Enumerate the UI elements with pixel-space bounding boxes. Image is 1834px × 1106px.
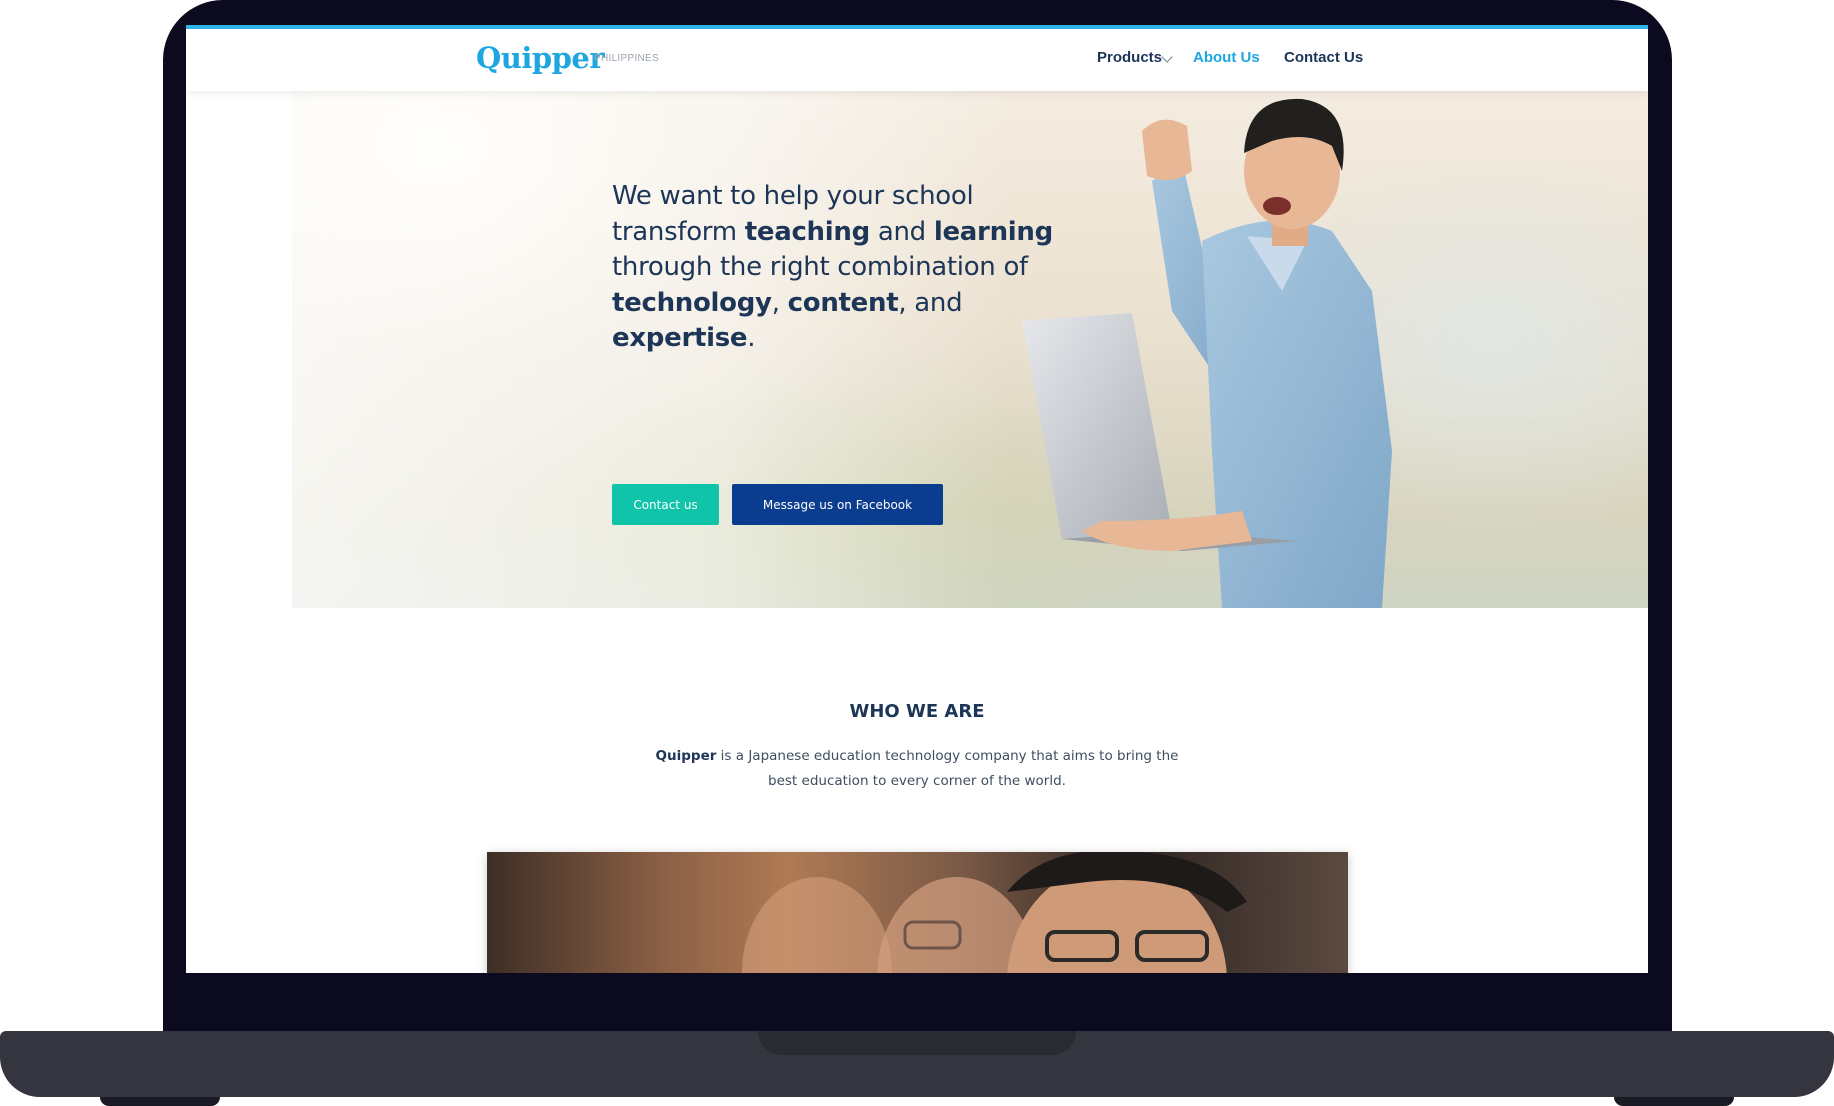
- nav-contact-us[interactable]: Contact Us: [1284, 49, 1363, 66]
- chevron-down-icon[interactable]: [1161, 51, 1173, 63]
- laptop-notch: [758, 1031, 1076, 1055]
- navbar: Quipper PHILIPPINES Products About Us Co…: [186, 29, 1648, 91]
- laptop-foot-left: [100, 1097, 220, 1106]
- hero-banner: We want to help your school transform te…: [292, 91, 1648, 608]
- logo-subtitle: PHILIPPINES: [594, 53, 659, 64]
- nav-about-us[interactable]: About Us: [1193, 49, 1260, 66]
- contact-us-button[interactable]: Contact us: [612, 484, 719, 525]
- team-photo: [487, 852, 1348, 973]
- message-facebook-button[interactable]: Message us on Facebook: [732, 484, 943, 525]
- team-photo-illustration: [742, 852, 1247, 973]
- hero-heading: We want to help your school transform te…: [612, 181, 1053, 353]
- nav-products[interactable]: Products: [1097, 49, 1162, 66]
- laptop-foot-right: [1614, 1097, 1734, 1106]
- logo[interactable]: Quipper: [476, 41, 605, 75]
- browser-screen: Quipper PHILIPPINES Products About Us Co…: [186, 25, 1648, 973]
- who-we-are-title: WHO WE ARE: [849, 701, 985, 722]
- who-we-are-description: Quipper is a Japanese education technolo…: [655, 748, 1179, 789]
